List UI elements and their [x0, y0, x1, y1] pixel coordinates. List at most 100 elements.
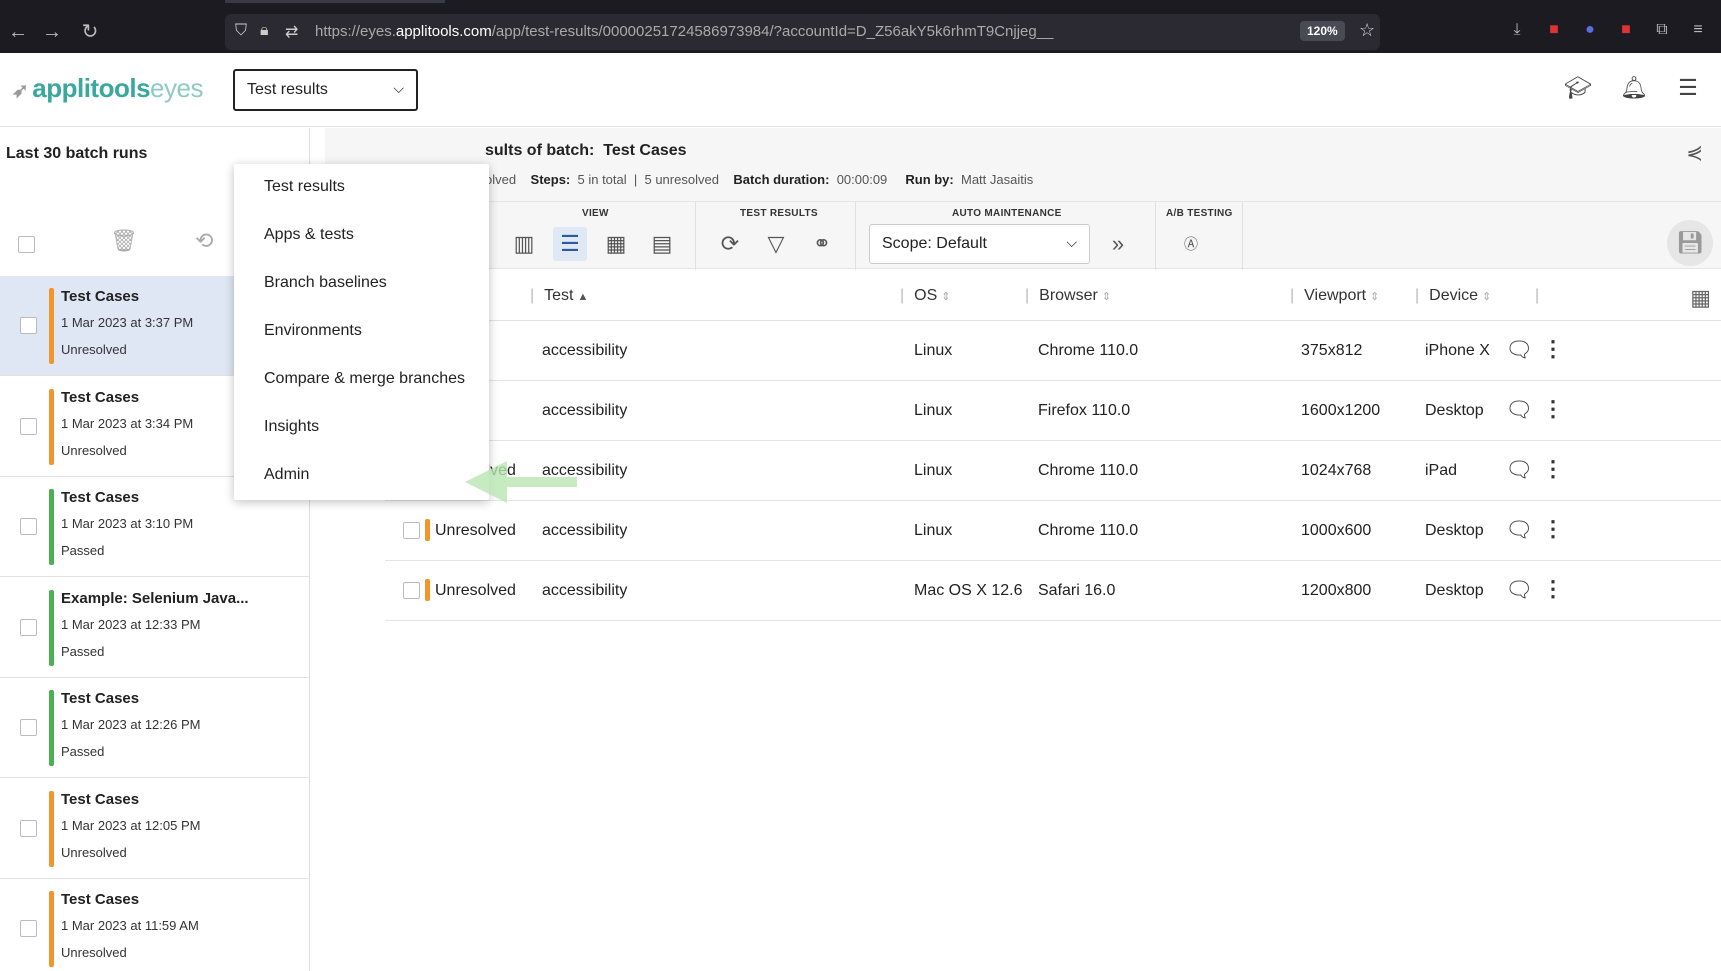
active-tab-indicator — [225, 0, 445, 3]
ab-testing-group-label: A/B TESTING — [1166, 208, 1233, 219]
comment-icon[interactable]: 🗨︎ — [1505, 457, 1533, 483]
extension-icon[interactable]: ■ — [1616, 21, 1636, 41]
permissions-icon[interactable]: ⇄ — [285, 22, 298, 42]
learning-hat-icon[interactable]: 🎓︎ — [1563, 75, 1593, 105]
bell-icon[interactable]: 🔔︎ — [1619, 75, 1649, 105]
comment-icon[interactable]: 🗨︎ — [1505, 517, 1533, 543]
batch-checkbox[interactable] — [20, 518, 37, 535]
column-header-end: | — [1535, 287, 1540, 304]
comment-icon[interactable]: 🗨︎ — [1505, 397, 1533, 423]
batch-list-item[interactable]: Test Cases 1 Mar 2023 at 11:59 AM Unresolv… — [0, 879, 310, 971]
batch-status-bar — [49, 288, 54, 364]
comment-icon[interactable]: 🗨︎ — [1505, 577, 1533, 603]
column-header-viewport[interactable]: | Viewport ⇕ — [1290, 287, 1379, 305]
extensions-puzzle-icon[interactable]: ⧉ — [1652, 21, 1672, 41]
group-by-icon[interactable]: ⚭ — [805, 227, 839, 261]
menu-item-compare-merge[interactable]: Compare & merge branches — [264, 370, 465, 388]
back-icon[interactable]: ← — [6, 20, 30, 44]
batch-list-item[interactable]: Test Cases 1 Mar 2023 at 12:05 PM Unresolv… — [0, 779, 310, 879]
menu-item-branch-baselines[interactable]: Branch baselines — [264, 274, 387, 292]
trash-icon[interactable]: 🗑︎ — [110, 228, 138, 254]
table-row[interactable]: accessibility Linux Chrome 110.0 375x812 iPh… — [385, 321, 1721, 381]
menu-item-apps-tests[interactable]: Apps & tests — [264, 226, 354, 244]
scope-select[interactable]: Scope: Default ⌵ — [869, 224, 1090, 264]
batch-checkbox[interactable] — [20, 317, 37, 334]
batch-meta: olved Steps: 5 in total | 5 unresolved B… — [485, 172, 1034, 187]
row-device: Desktop — [1425, 522, 1484, 539]
row-test: accessibility — [542, 402, 628, 419]
sort-asc-icon: ▲ — [577, 291, 589, 303]
row-browser: Firefox 110.0 — [1038, 402, 1131, 419]
batch-name: Test Cases — [61, 790, 140, 808]
batch-list-item[interactable]: Example: Selenium Java... 1 Mar 2023 at 1… — [0, 578, 310, 678]
column-settings-icon[interactable]: ▦ — [1690, 285, 1711, 311]
batch-date: 1 Mar 2023 at 12:33 PM — [61, 616, 201, 632]
batch-checkbox[interactable] — [20, 819, 37, 837]
batch-checkbox[interactable] — [20, 719, 37, 736]
auto-maintain-icon[interactable]: » — [1101, 227, 1135, 261]
row-device: Desktop — [1425, 582, 1484, 599]
row-viewport: 1024x768 — [1301, 462, 1372, 479]
save-icon[interactable]: 💾︎ — [1667, 220, 1713, 266]
menu-item-insights[interactable]: Insights — [264, 418, 319, 436]
batch-checkbox[interactable] — [20, 618, 37, 636]
row-checkbox[interactable] — [403, 522, 420, 539]
user-menu-icon[interactable]: ☰ — [1673, 75, 1703, 105]
row-browser: Safari 16.0 — [1038, 582, 1116, 599]
menu-item-admin[interactable]: Admin — [264, 466, 309, 484]
menu-icon[interactable]: ≡ — [1688, 21, 1708, 41]
sort-icon: ⇕ — [1482, 291, 1492, 303]
refresh-icon[interactable]: ⟲ — [195, 228, 213, 254]
table-row[interactable]: Unresolved accessibility Mac OS X 12.6 Safa… — [385, 561, 1721, 621]
column-header-device[interactable]: | Device ⇕ — [1415, 287, 1491, 305]
applitools-logo[interactable]: ➶ applitoolseyes — [12, 73, 203, 104]
batch-name: Test Cases — [61, 388, 140, 406]
bookmark-star-icon[interactable]: ☆ — [1359, 20, 1375, 41]
chart-view-icon[interactable]: ▥ — [507, 227, 541, 261]
reload-icon[interactable]: ↻ — [78, 20, 102, 44]
app: ➶ applitoolseyes Test results ⌵ 🎓︎ 🔔︎ ☰ La… — [0, 53, 1721, 971]
details-view-icon[interactable]: ▤ — [645, 227, 679, 261]
menu-item-test-results[interactable]: Test results — [264, 178, 345, 196]
more-options-icon[interactable]: ⋮ — [1542, 456, 1564, 482]
batch-checkbox[interactable] — [20, 417, 37, 435]
table-row[interactable]: accessibility Linux Firefox 110.0 1600x1200… — [385, 381, 1721, 441]
column-header-test[interactable]: | Test ▲ — [530, 287, 588, 305]
extension-icon[interactable]: ■ — [1544, 21, 1564, 41]
menu-item-environments[interactable]: Environments — [264, 322, 362, 340]
address-bar[interactable]: ⛉ 🔒︎ ⇄ https://eyes.applitools.com/app/t… — [225, 14, 1380, 50]
download-icon[interactable]: ⤓ — [1507, 21, 1527, 41]
select-all-checkbox[interactable] — [18, 236, 35, 253]
extension-icon[interactable]: ● — [1580, 21, 1600, 41]
shield-icon: ⛉ — [235, 22, 248, 39]
forward-icon[interactable]: → — [40, 20, 64, 44]
comment-icon[interactable]: 🗨︎ — [1505, 337, 1533, 363]
share-icon[interactable]: ⋞ — [1686, 140, 1703, 165]
table-row[interactable]: UnresolvedaccessibilityLinuxChrome 110.0… — [385, 501, 1721, 561]
row-os: Linux — [914, 402, 953, 419]
row-test: accessibility — [542, 522, 628, 539]
batch-status-bar — [49, 790, 54, 867]
grid-view-icon[interactable]: ▦ — [599, 227, 633, 261]
more-options-icon[interactable]: ⋮ — [1542, 396, 1564, 422]
column-header-os[interactable]: | OS ⇕ — [900, 287, 951, 305]
filter-icon[interactable]: ▽ — [759, 227, 793, 261]
main-panel: sults of batch: Test Cases olved Steps: … — [325, 128, 1721, 971]
refresh-results-icon[interactable]: ⟳ — [713, 227, 747, 261]
table-row[interactable]: UnresolvedaccessibilityLinuxChrome 110.0… — [385, 441, 1721, 501]
zoom-level[interactable]: 120% — [1300, 21, 1345, 41]
url-text[interactable]: https://eyes.applitools.com/app/test-res… — [315, 23, 1053, 40]
batch-status-bar — [49, 489, 54, 565]
batch-checkbox[interactable] — [20, 920, 37, 937]
ab-testing-icon[interactable]: Ⓐ — [1174, 227, 1208, 261]
row-checkbox[interactable] — [403, 582, 420, 599]
column-header-browser[interactable]: | Browser ⇕ — [1025, 287, 1111, 305]
more-options-icon[interactable]: ⋮ — [1542, 336, 1564, 362]
list-view-icon[interactable]: ☰ — [553, 227, 587, 261]
row-device: iPhone X — [1425, 342, 1490, 359]
page-select[interactable]: Test results ⌵ — [233, 69, 418, 111]
more-options-icon[interactable]: ⋮ — [1542, 576, 1564, 602]
toolbar-divider — [1155, 202, 1156, 270]
batch-list-item[interactable]: Test Cases 1 Mar 2023 at 12:26 PM Passed — [0, 678, 310, 778]
more-options-icon[interactable]: ⋮ — [1542, 516, 1564, 542]
